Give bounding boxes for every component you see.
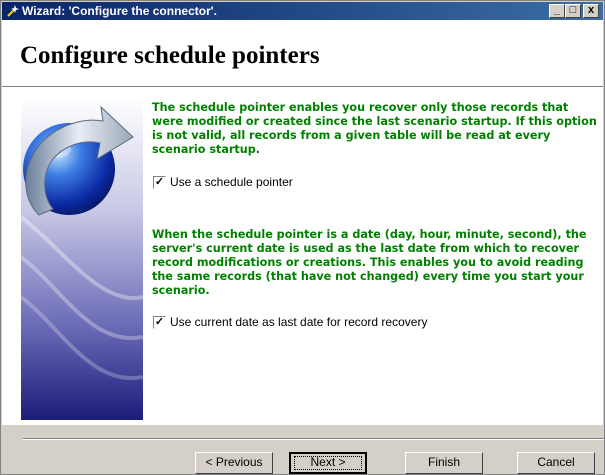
wizard-app-icon bbox=[7, 5, 19, 17]
window-title: Wizard: 'Configure the connector'. bbox=[22, 4, 217, 18]
page-title: Configure schedule pointers bbox=[20, 42, 320, 69]
next-button[interactable]: Next > bbox=[289, 452, 367, 474]
description-paragraph-1: The schedule pointer enables you recover… bbox=[152, 101, 597, 156]
use-current-date-checkbox[interactable]: ✓ bbox=[153, 316, 166, 329]
maximize-button[interactable]: □ bbox=[565, 4, 581, 18]
wizard-content: The schedule pointer enables you recover… bbox=[2, 87, 603, 425]
minimize-button[interactable]: _ bbox=[549, 4, 565, 18]
cancel-button[interactable]: Cancel bbox=[517, 452, 595, 474]
previous-button[interactable]: < Previous bbox=[195, 452, 273, 474]
finish-button[interactable]: Finish bbox=[405, 452, 483, 474]
use-schedule-pointer-checkbox[interactable]: ✓ bbox=[153, 176, 166, 189]
wizard-window: Wizard: 'Configure the connector'. _ □ x… bbox=[0, 0, 605, 475]
globe-arrow-illustration bbox=[21, 97, 143, 420]
cancel-button-label: Cancel bbox=[537, 455, 575, 469]
use-current-date-label[interactable]: Use current date as last date for record… bbox=[170, 316, 427, 329]
finish-button-label: Finish bbox=[427, 455, 460, 469]
use-schedule-pointer-label[interactable]: Use a schedule pointer bbox=[170, 176, 293, 189]
previous-button-label: < Previous bbox=[205, 455, 263, 469]
title-bar[interactable]: Wizard: 'Configure the connector'. _ □ x bbox=[2, 2, 603, 20]
close-button[interactable]: x bbox=[583, 4, 599, 18]
footer-separator bbox=[23, 438, 604, 440]
description-paragraph-2: When the schedule pointer is a date (day… bbox=[152, 228, 587, 297]
wizard-header: Configure schedule pointers bbox=[2, 20, 603, 87]
next-button-label: Next > bbox=[310, 455, 346, 469]
